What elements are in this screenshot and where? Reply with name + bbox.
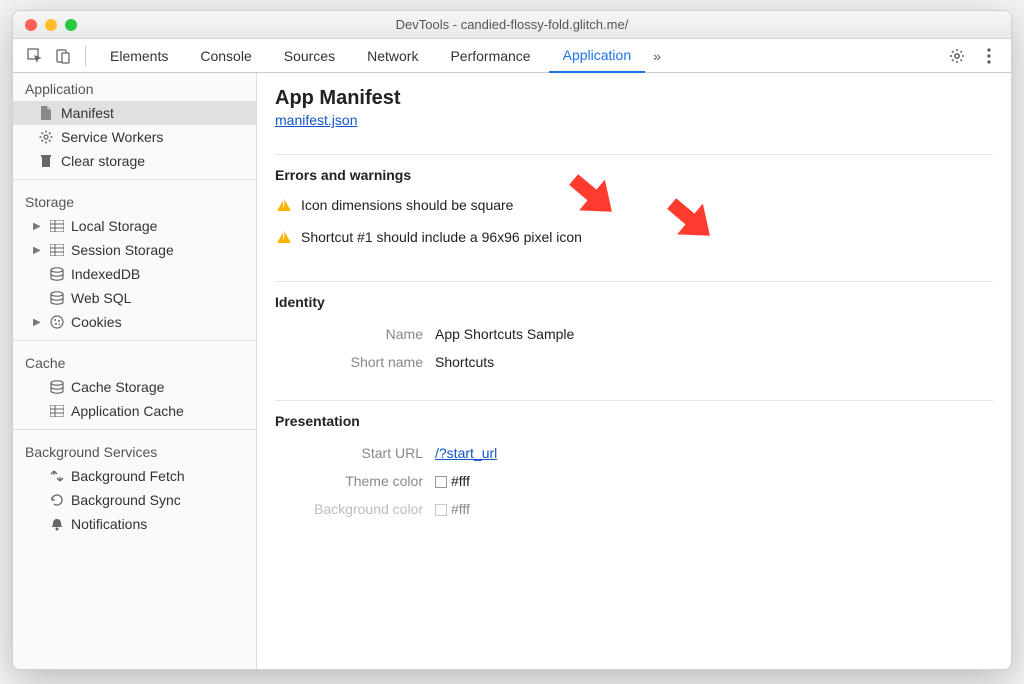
color-swatch <box>435 476 447 488</box>
manifest-json-link[interactable]: manifest.json <box>275 112 357 128</box>
settings-icon[interactable] <box>945 44 969 68</box>
sidebar-item-label: Notifications <box>71 516 147 532</box>
bg-color-value: #fff <box>435 501 470 517</box>
start-url-label: Start URL <box>275 445 435 461</box>
chevron-right-icon: ▶ <box>33 221 43 232</box>
tab-application[interactable]: Application <box>549 39 646 73</box>
sidebar-item-bg-sync[interactable]: Background Sync <box>13 488 256 512</box>
identity-heading: Identity <box>275 294 993 310</box>
sidebar: Application Manifest Service Workers Cle… <box>13 73 257 669</box>
tabs-overflow[interactable]: » <box>649 39 665 73</box>
identity-name-label: Name <box>275 326 435 342</box>
refresh-icon <box>49 493 65 507</box>
identity-name-value: App Shortcuts Sample <box>435 326 574 342</box>
sidebar-section-cache: Cache <box>13 347 256 375</box>
bell-icon <box>49 517 65 531</box>
devtools-window: DevTools - candied-flossy-fold.glitch.me… <box>12 10 1012 670</box>
errors-section: Errors and warnings Icon dimensions shou… <box>275 154 993 257</box>
db-icon <box>49 267 65 281</box>
db-icon <box>49 380 65 394</box>
annotation-arrow <box>557 165 627 225</box>
identity-section: Identity NameApp Shortcuts Sample Short … <box>275 281 993 376</box>
annotation-arrow <box>655 189 725 249</box>
sidebar-item-label: Service Workers <box>61 129 163 145</box>
sidebar-item-label: Web SQL <box>71 290 131 306</box>
warning-text: Icon dimensions should be square <box>301 197 513 213</box>
presentation-section: Presentation Start URL/?start_url Theme … <box>275 400 993 523</box>
page-title: App Manifest <box>275 87 993 110</box>
identity-short-value: Shortcuts <box>435 354 494 370</box>
tab-elements[interactable]: Elements <box>96 39 182 73</box>
sidebar-item-cookies[interactable]: ▶ Cookies <box>13 310 256 334</box>
identity-short-label: Short name <box>275 354 435 370</box>
sidebar-item-application-cache[interactable]: Application Cache <box>13 399 256 423</box>
warning-row: Icon dimensions should be square <box>275 193 993 225</box>
sidebar-item-bg-fetch[interactable]: Background Fetch <box>13 464 256 488</box>
sidebar-item-notifications[interactable]: Notifications <box>13 512 256 536</box>
inspect-icon[interactable] <box>23 44 47 68</box>
warning-row: Shortcut #1 should include a 96x96 pixel… <box>275 225 993 257</box>
sidebar-item-label: Session Storage <box>71 242 174 258</box>
tab-console[interactable]: Console <box>186 39 265 73</box>
trash-icon <box>39 154 53 168</box>
start-url-link[interactable]: /?start_url <box>435 445 497 461</box>
chevron-right-icon: ▶ <box>33 317 43 328</box>
sidebar-item-cache-storage[interactable]: Cache Storage <box>13 375 256 399</box>
sidebar-item-local-storage[interactable]: ▶ Local Storage <box>13 214 256 238</box>
sidebar-item-label: Background Fetch <box>71 468 185 484</box>
tab-sources[interactable]: Sources <box>270 39 349 73</box>
db-icon <box>49 291 65 305</box>
warning-icon <box>277 231 291 243</box>
sidebar-item-label: Cookies <box>71 314 122 330</box>
sidebar-item-label: Clear storage <box>61 153 145 169</box>
sync-icon <box>49 469 65 483</box>
file-icon <box>39 106 53 120</box>
tab-network[interactable]: Network <box>353 39 432 73</box>
warning-text: Shortcut #1 should include a 96x96 pixel… <box>301 229 582 245</box>
sidebar-item-manifest[interactable]: Manifest <box>13 101 256 125</box>
theme-color-value: #fff <box>435 473 470 489</box>
toolbar-divider <box>85 46 86 66</box>
warning-icon <box>277 199 291 211</box>
sidebar-item-service-workers[interactable]: Service Workers <box>13 125 256 149</box>
bg-color-label: Background color <box>275 501 435 517</box>
grid-icon <box>49 244 65 256</box>
sidebar-section-storage: Storage <box>13 186 256 214</box>
sidebar-item-label: Application Cache <box>71 403 184 419</box>
sidebar-item-label: Manifest <box>61 105 114 121</box>
chevron-right-icon: ▶ <box>33 245 43 256</box>
sidebar-item-label: Cache Storage <box>71 379 164 395</box>
sidebar-item-label: Local Storage <box>71 218 157 234</box>
tab-performance[interactable]: Performance <box>436 39 544 73</box>
presentation-heading: Presentation <box>275 413 993 429</box>
cookie-icon <box>49 315 65 329</box>
color-swatch <box>435 504 447 516</box>
sidebar-item-label: IndexedDB <box>71 266 140 282</box>
sidebar-section-background: Background Services <box>13 436 256 464</box>
sidebar-item-label: Background Sync <box>71 492 181 508</box>
sidebar-item-indexeddb[interactable]: IndexedDB <box>13 262 256 286</box>
device-toggle-icon[interactable] <box>51 44 75 68</box>
grid-icon <box>49 220 65 232</box>
sidebar-item-session-storage[interactable]: ▶ Session Storage <box>13 238 256 262</box>
devtools-toolbar: Elements Console Sources Network Perform… <box>13 39 1011 73</box>
sidebar-item-websql[interactable]: Web SQL <box>13 286 256 310</box>
main-panel: App Manifest manifest.json Errors and wa… <box>257 73 1011 669</box>
kebab-menu-icon[interactable] <box>977 44 1001 68</box>
sidebar-section-application: Application <box>13 73 256 101</box>
sidebar-item-clear-storage[interactable]: Clear storage <box>13 149 256 173</box>
titlebar: DevTools - candied-flossy-fold.glitch.me… <box>13 11 1011 39</box>
theme-color-label: Theme color <box>275 473 435 489</box>
window-title: DevTools - candied-flossy-fold.glitch.me… <box>13 17 1011 32</box>
errors-heading: Errors and warnings <box>275 167 993 183</box>
grid-icon <box>49 405 65 417</box>
gear-icon <box>39 130 53 144</box>
